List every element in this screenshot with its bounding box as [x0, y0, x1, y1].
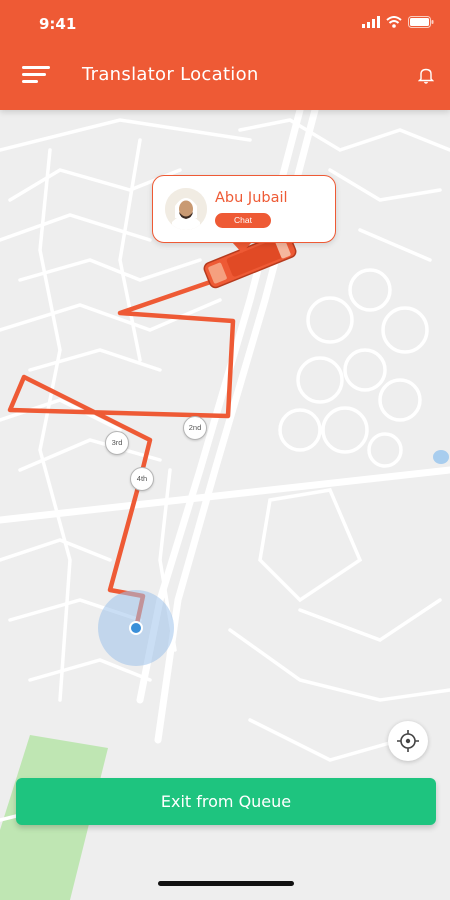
chat-button[interactable]: Chat: [215, 213, 271, 228]
title-row: Translator Location: [0, 58, 450, 94]
page-title: Translator Location: [82, 64, 259, 85]
waypoint-marker[interactable]: 4th: [130, 467, 154, 491]
wifi-icon: [386, 16, 402, 28]
user-location-dot: [129, 621, 143, 635]
status-time: 9:41: [39, 15, 77, 33]
waypoint-marker[interactable]: 2nd: [183, 416, 207, 440]
exit-queue-button[interactable]: Exit from Queue: [16, 778, 436, 825]
status-bar: 9:41: [0, 0, 450, 46]
home-indicator: [158, 881, 294, 886]
person-avatar: [165, 188, 207, 230]
app-header: 9:41 Translator Location: [0, 0, 450, 110]
water-area: [433, 450, 449, 464]
waypoint-marker[interactable]: 3rd: [105, 431, 129, 455]
locate-me-button[interactable]: [388, 721, 428, 761]
card-pointer: [232, 242, 252, 253]
bell-icon[interactable]: [418, 67, 434, 85]
translator-info-card[interactable]: Abu Jubail Chat: [152, 175, 336, 243]
battery-icon: [408, 16, 434, 28]
status-icons: [362, 16, 434, 28]
hamburger-menu-icon[interactable]: [22, 66, 52, 86]
roundabout-cluster: [278, 268, 429, 468]
crosshair-icon: [397, 730, 419, 752]
cellular-signal-icon: [362, 16, 380, 28]
translator-name: Abu Jubail: [215, 190, 288, 206]
